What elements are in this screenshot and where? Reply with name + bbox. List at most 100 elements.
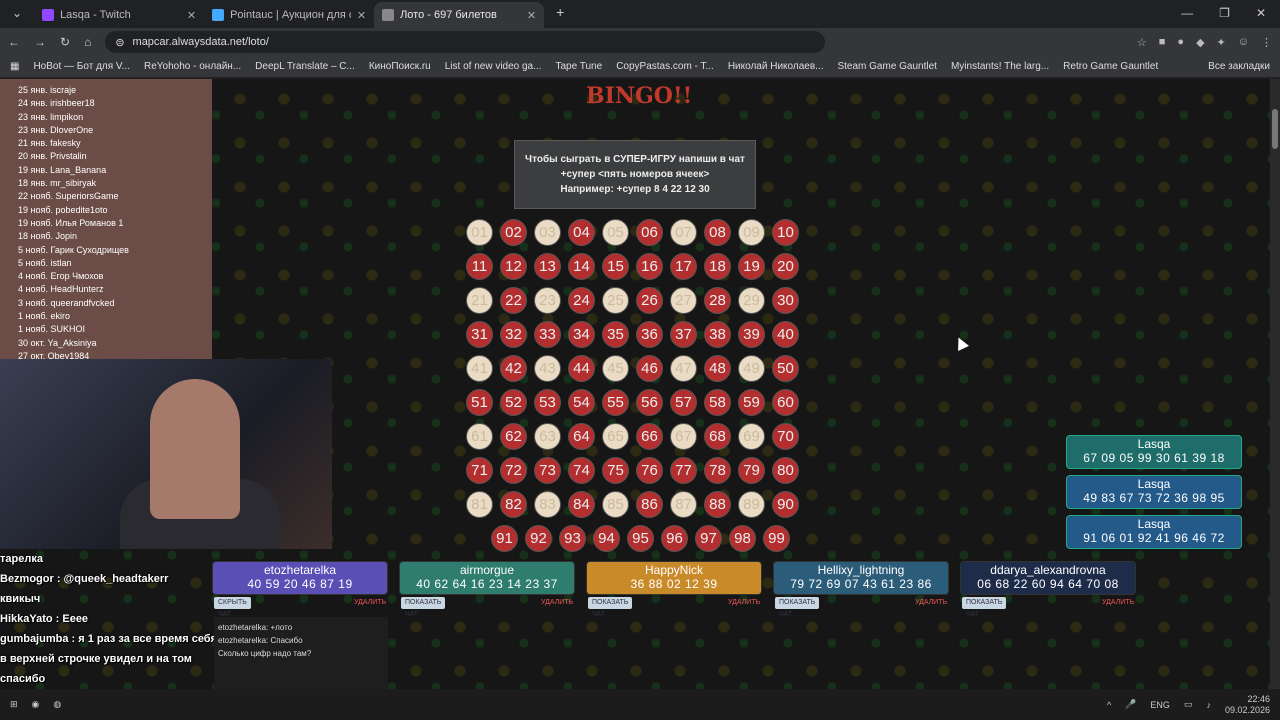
site-info-icon[interactable]: ⊜ xyxy=(115,36,124,49)
extension-icon[interactable]: ■ xyxy=(1159,36,1166,49)
player-name: HappyNick xyxy=(644,562,704,577)
ball-94: 94 xyxy=(593,525,620,552)
delete-button[interactable]: УДАЛИТЬ xyxy=(728,599,760,606)
url-text: mapcar.alwaysdata.net/loto/ xyxy=(132,36,269,48)
ball-52: 52 xyxy=(500,389,527,416)
ball-63: 63 xyxy=(534,423,561,450)
clock-time: 22:46 xyxy=(1247,693,1270,704)
ball-44: 44 xyxy=(568,355,595,382)
winner-card: Lasqa 49 83 67 73 72 36 98 95 xyxy=(1066,475,1242,509)
ball-30: 30 xyxy=(772,287,799,314)
ball-76: 76 xyxy=(636,457,663,484)
ball-68: 68 xyxy=(704,423,731,450)
ball-93: 93 xyxy=(559,525,586,552)
ball-36: 36 xyxy=(636,321,663,348)
bookmark-item[interactable]: Tape Tune xyxy=(555,61,602,72)
maximize-icon[interactable]: ❐ xyxy=(1219,6,1230,20)
tab-favicon-icon xyxy=(382,9,395,21)
delete-button[interactable]: УДАЛИТЬ xyxy=(541,599,573,606)
window-controls[interactable]: — ❐ ✕ xyxy=(1167,6,1280,28)
player-numbers: 06 68 22 60 94 64 70 08 xyxy=(977,577,1119,591)
back-icon[interactable]: ← xyxy=(8,35,20,49)
close-tab-icon[interactable]: ✕ xyxy=(527,9,536,22)
toggle-chat-button[interactable]: СКРЫТЬ ЧАТ xyxy=(214,597,251,618)
ball-7: 07 xyxy=(670,219,697,246)
player-name: airmorgue xyxy=(459,562,515,577)
ball-47: 47 xyxy=(670,355,697,382)
ball-88: 88 xyxy=(704,491,731,518)
delete-button[interactable]: УДАЛИТЬ xyxy=(915,599,947,606)
url-field[interactable]: ⊜ mapcar.alwaysdata.net/loto/ xyxy=(105,31,826,53)
toggle-chat-button[interactable]: ПОКАЗАТЬ ЧАТ xyxy=(588,597,633,618)
close-icon[interactable]: ✕ xyxy=(1256,6,1266,20)
bookmark-item[interactable]: List of new video ga... xyxy=(445,61,542,72)
bookmark-item[interactable]: Retro Game Gauntlet xyxy=(1063,61,1158,72)
ball-72: 72 xyxy=(500,457,527,484)
delete-button[interactable]: УДАЛИТЬ xyxy=(1102,599,1134,606)
app-icon[interactable]: ◍ xyxy=(53,699,61,710)
ball-59: 59 xyxy=(738,389,765,416)
chevron-up-icon[interactable]: ^ xyxy=(1107,700,1111,710)
home-icon[interactable]: ⌂ xyxy=(84,35,91,49)
winner-name: Lasqa xyxy=(1137,477,1171,491)
tab-3[interactable]: Лото - 697 билетов ✕ xyxy=(374,2,545,28)
ball-34: 34 xyxy=(568,321,595,348)
network-icon[interactable]: ▭ xyxy=(1184,699,1193,710)
scrollbar-thumb[interactable] xyxy=(1272,109,1278,149)
bookmark-item[interactable]: CopyPastas.com - T... xyxy=(616,61,714,72)
mic-icon[interactable]: 🎤 xyxy=(1125,699,1136,710)
bookmark-item[interactable]: HoBot — Бот для V... xyxy=(33,61,130,72)
extension-icon[interactable]: ◆ xyxy=(1196,36,1204,49)
minimize-icon[interactable]: — xyxy=(1181,6,1193,20)
tab-title: Pointauc | Аукцион для стрим... xyxy=(230,9,351,21)
close-tab-icon[interactable]: ✕ xyxy=(187,9,196,22)
ball-90: 90 xyxy=(772,491,799,518)
forward-icon[interactable]: → xyxy=(34,35,46,49)
ball-26: 26 xyxy=(636,287,663,314)
new-tab-icon[interactable]: + xyxy=(544,4,576,28)
toggle-chat-button[interactable]: ПОКАЗАТЬ ЧАТ xyxy=(775,597,820,618)
bookmark-item[interactable]: Все закладки xyxy=(1208,61,1270,72)
extensions: ☆ ■ ● ◆ ✦ ☺ ⋮ xyxy=(1137,36,1272,49)
ball-97: 97 xyxy=(695,525,722,552)
star-icon[interactable]: ☆ xyxy=(1137,36,1147,49)
bookmark-item[interactable]: Николай Николаев... xyxy=(728,61,824,72)
profile-icon[interactable]: ☺ xyxy=(1238,36,1249,49)
extension-icon[interactable]: ● xyxy=(1177,36,1184,49)
winner-card: Lasqa 91 06 01 92 41 96 46 72 xyxy=(1066,515,1242,549)
toggle-chat-button[interactable]: ПОКАЗАТЬ ЧАТ xyxy=(401,597,446,618)
toggle-chat-button[interactable]: ПОКАЗАТЬ ЧАТ xyxy=(962,597,1007,618)
log-entry: 5 нояб. istlan xyxy=(18,257,72,268)
bookmark-item[interactable]: Steam Game Gauntlet xyxy=(837,61,937,72)
ball-27: 27 xyxy=(670,287,697,314)
bookmark-item[interactable]: Myinstants! The larg... xyxy=(951,61,1049,72)
ball-91: 91 xyxy=(491,525,518,552)
scrollbar[interactable] xyxy=(1270,79,1280,689)
delete-button[interactable]: УДАЛИТЬ xyxy=(354,599,386,606)
menu-icon[interactable]: ⋮ xyxy=(1261,36,1272,49)
player-card: Hellixy_lightning 79 72 69 07 43 61 23 86 xyxy=(773,561,949,595)
ball-98: 98 xyxy=(729,525,756,552)
ball-5: 05 xyxy=(602,219,629,246)
volume-icon[interactable]: ♪ xyxy=(1206,700,1211,710)
lang-indicator[interactable]: ENG xyxy=(1150,700,1170,710)
clock[interactable]: 22:46 09.02.2026 xyxy=(1225,694,1270,716)
close-tab-icon[interactable]: ✕ xyxy=(357,9,366,22)
tab-1[interactable]: Lasqa - Twitch ✕ xyxy=(34,2,204,28)
bookmark-item[interactable]: ReYohoho - онлайн... xyxy=(144,61,241,72)
tab-list-icon[interactable]: ⌄ xyxy=(0,6,34,28)
bookmark-item[interactable]: КиноПоиск.ru xyxy=(369,61,431,72)
ball-8: 08 xyxy=(704,219,731,246)
apps-icon[interactable]: ▦ xyxy=(10,61,19,72)
chrome-icon[interactable]: ◉ xyxy=(32,699,40,710)
chat-message: HikkaYato : Eeee xyxy=(0,613,89,625)
bookmark-item[interactable]: DeepL Translate – С... xyxy=(255,61,355,72)
ball-22: 22 xyxy=(500,287,527,314)
reload-icon[interactable]: ↻ xyxy=(60,35,70,49)
ball-87: 87 xyxy=(670,491,697,518)
puzzle-icon[interactable]: ✦ xyxy=(1217,36,1226,49)
ball-28: 28 xyxy=(704,287,731,314)
start-icon[interactable]: ⊞ xyxy=(10,699,18,710)
ball-43: 43 xyxy=(534,355,561,382)
tab-2[interactable]: Pointauc | Аукцион для стрим... ✕ xyxy=(204,2,374,28)
